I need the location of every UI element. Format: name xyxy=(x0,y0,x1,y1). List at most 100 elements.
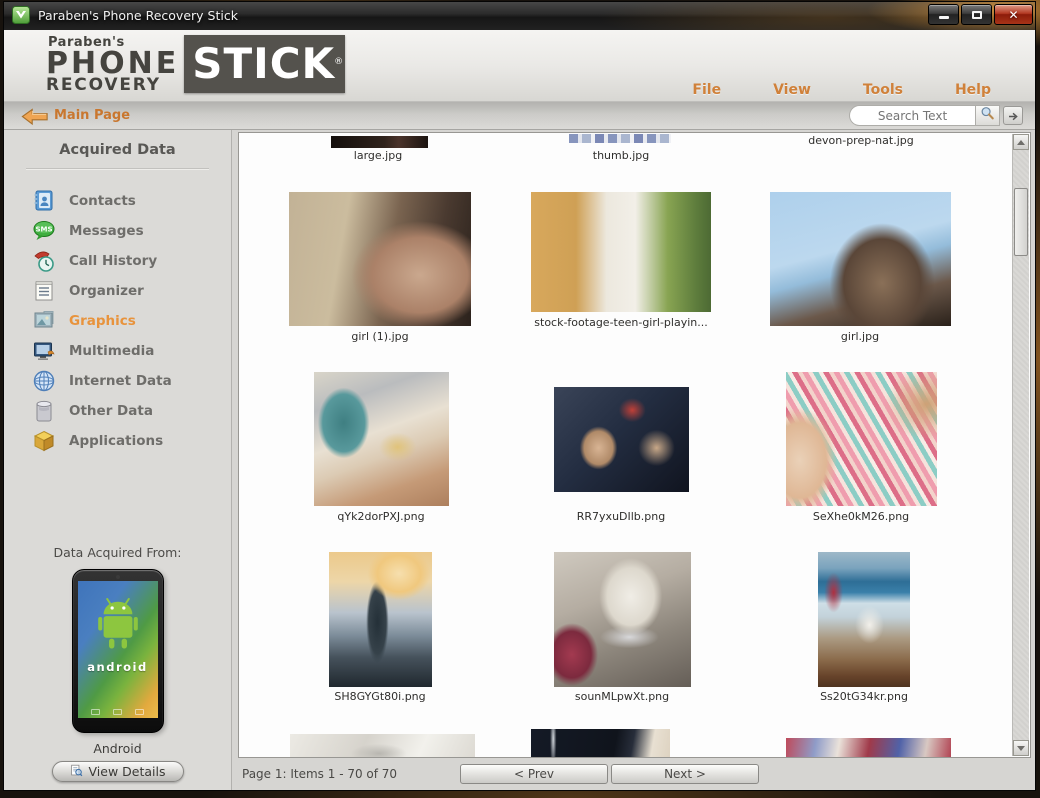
android-robot-icon xyxy=(91,597,145,659)
sidebar-item-organizer[interactable]: Organizer xyxy=(4,276,231,306)
scroll-down-button[interactable] xyxy=(1013,740,1029,756)
search-box xyxy=(849,105,975,126)
registered-mark: ® xyxy=(334,37,344,87)
arrow-right-icon xyxy=(1008,106,1019,125)
main-area: Acquired Data Contacts SMS Messages xyxy=(4,130,1035,790)
filename-label: RR7yxuDIlb.png xyxy=(577,510,665,523)
filename-label: large.jpg xyxy=(354,149,402,162)
phone-camera-dot xyxy=(116,575,120,579)
pagination-buttons: < Prev Next > xyxy=(460,764,759,784)
search-icon xyxy=(980,106,995,125)
organizer-icon xyxy=(32,279,56,303)
search-area xyxy=(849,105,1023,126)
scrollbar-thumb[interactable] xyxy=(1014,188,1028,256)
maximize-icon xyxy=(972,11,982,19)
view-details-icon xyxy=(70,764,83,780)
thumbnail-partial-1[interactable] xyxy=(290,734,475,758)
logo-stick: STICK® xyxy=(184,35,345,93)
thumbnail-ss20tg34kr[interactable] xyxy=(818,552,910,687)
product-logo: Paraben's PHONE RECOVERY STICK® xyxy=(46,35,345,93)
arrow-up-icon xyxy=(1017,140,1025,145)
breadcrumb-bar: Main Page xyxy=(4,102,1035,130)
thumbnail-sh8gygt80i[interactable] xyxy=(329,552,432,687)
filename-label: sounMLpwXt.png xyxy=(575,690,669,703)
breadcrumb[interactable]: Main Page xyxy=(54,108,130,123)
filename-label: thumb.jpg xyxy=(593,149,649,162)
sidebar-item-messages[interactable]: SMS Messages xyxy=(4,216,231,246)
thumbnail-partial-2[interactable] xyxy=(531,729,670,758)
sidebar-header: Acquired Data xyxy=(4,142,231,158)
window-controls: ✕ xyxy=(928,4,1033,25)
contacts-icon xyxy=(32,189,56,213)
filename-label: Ss20tG34kr.png xyxy=(820,690,908,703)
app-window: Paraben's Phone Recovery Stick ✕ Paraben… xyxy=(3,1,1036,791)
content-area: large.jpg thumb.jpg devon-prep-nat.jpg g… xyxy=(232,130,1035,790)
sidebar-item-internet-data[interactable]: Internet Data xyxy=(4,366,231,396)
logo-recovery: RECOVERY xyxy=(46,77,179,93)
filename-label: devon-prep-nat.jpg xyxy=(808,134,913,147)
page-info: Page 1: Items 1 - 70 of 70 xyxy=(242,767,397,781)
menu-view[interactable]: View xyxy=(773,82,811,98)
thumbnail-girl-1-jpg[interactable] xyxy=(289,192,471,326)
svg-text:SMS: SMS xyxy=(35,226,52,234)
filename-label: stock-footage-teen-girl-playin... xyxy=(534,316,707,329)
applications-icon xyxy=(32,429,56,453)
phone-nav-keys xyxy=(78,709,158,715)
graphics-icon xyxy=(32,309,56,333)
next-button[interactable]: Next > xyxy=(611,764,759,784)
menubar: File View Tools Help xyxy=(692,82,991,98)
maximize-button[interactable] xyxy=(961,4,992,25)
thumbnail-large-jpg[interactable] xyxy=(331,136,428,148)
app-header: Paraben's PHONE RECOVERY STICK® File Vie… xyxy=(4,30,1035,102)
sidebar-item-call-history[interactable]: Call History xyxy=(4,246,231,276)
filename-label: girl (1).jpg xyxy=(351,330,408,343)
thumbnail-sounmlpwxt[interactable] xyxy=(554,552,691,687)
close-button[interactable]: ✕ xyxy=(994,4,1033,25)
scroll-up-button[interactable] xyxy=(1013,134,1029,150)
search-go-button[interactable] xyxy=(1003,106,1023,125)
filename-label: SeXhe0kM26.png xyxy=(813,510,909,523)
thumbnail-thumb-jpg[interactable] xyxy=(569,134,671,143)
other-data-icon xyxy=(32,399,56,423)
back-arrow-icon[interactable] xyxy=(21,107,49,130)
minimize-icon xyxy=(939,16,949,19)
sidebar-item-contacts[interactable]: Contacts xyxy=(4,186,231,216)
thumbnail-stock-footage[interactable] xyxy=(531,192,711,312)
filename-label: qYk2dorPXJ.png xyxy=(337,510,424,523)
android-phone-image: android xyxy=(72,569,164,733)
gallery-panel: large.jpg thumb.jpg devon-prep-nat.jpg g… xyxy=(238,132,1031,758)
sidebar-item-multimedia[interactable]: Multimedia xyxy=(4,336,231,366)
window-title: Paraben's Phone Recovery Stick xyxy=(38,2,238,30)
sidebar-item-applications[interactable]: Applications xyxy=(4,426,231,456)
thumbnail-qyk2dorpxj[interactable] xyxy=(314,372,449,506)
search-input[interactable] xyxy=(850,109,975,123)
thumbnail-sexhe0km26[interactable] xyxy=(786,372,937,506)
prev-button[interactable]: < Prev xyxy=(460,764,608,784)
thumbnail-girl-jpg[interactable] xyxy=(770,192,951,326)
internet-data-icon xyxy=(32,369,56,393)
sidebar-list: Contacts SMS Messages Call History xyxy=(4,186,231,456)
device-panel: Data Acquired From: xyxy=(4,545,231,790)
thumbnail-partial-3[interactable] xyxy=(786,738,951,758)
menu-file[interactable]: File xyxy=(692,82,721,98)
minimize-button[interactable] xyxy=(928,4,959,25)
desktop-background: Paraben's Phone Recovery Stick ✕ Paraben… xyxy=(0,0,1040,798)
menu-help[interactable]: Help xyxy=(955,82,991,98)
close-icon: ✕ xyxy=(1008,9,1018,21)
menu-tools[interactable]: Tools xyxy=(863,82,903,98)
filename-label: girl.jpg xyxy=(841,330,879,343)
messages-icon: SMS xyxy=(32,219,56,243)
divider xyxy=(26,168,209,170)
call-history-icon xyxy=(32,249,56,273)
app-logo-icon xyxy=(12,6,30,24)
logo-phone: PHONE xyxy=(46,50,179,77)
search-button[interactable] xyxy=(975,105,1000,126)
view-details-button[interactable]: View Details xyxy=(52,761,184,782)
thumbnail-rr7yxudilb[interactable] xyxy=(554,387,689,492)
status-bar: Page 1: Items 1 - 70 of 70 < Prev Next > xyxy=(232,759,1035,789)
vertical-scrollbar[interactable] xyxy=(1012,134,1029,756)
sidebar-item-other-data[interactable]: Other Data xyxy=(4,396,231,426)
sidebar-item-graphics[interactable]: Graphics xyxy=(4,306,231,336)
titlebar[interactable]: Paraben's Phone Recovery Stick ✕ xyxy=(4,2,1035,30)
arrow-down-icon xyxy=(1017,746,1025,751)
